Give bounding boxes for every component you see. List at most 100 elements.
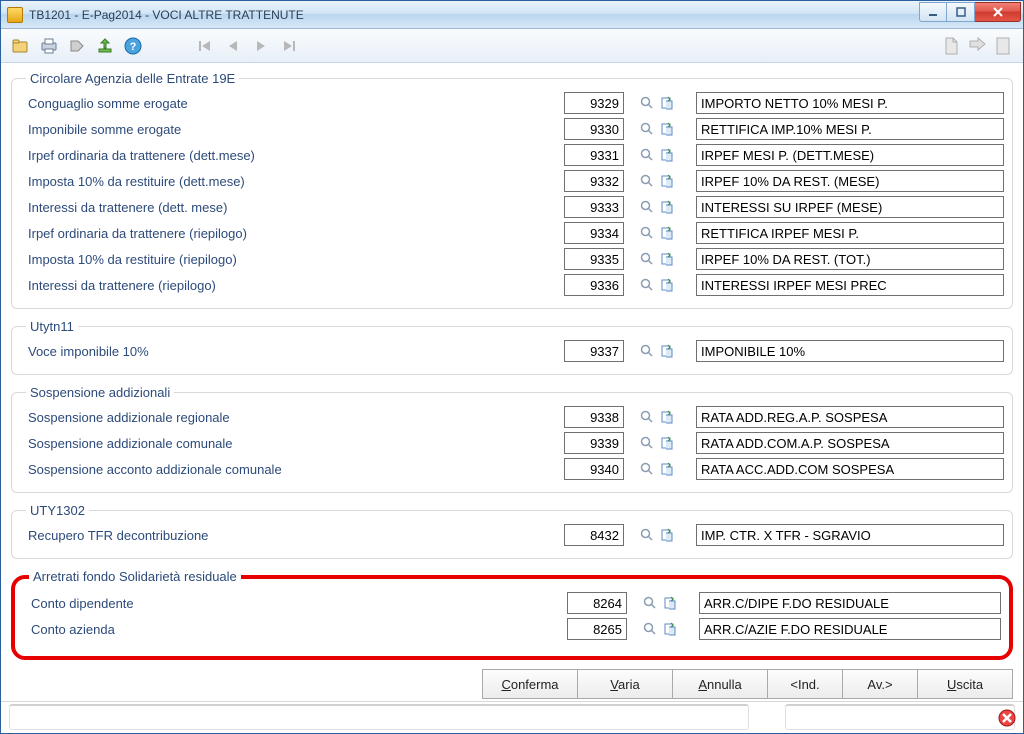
tag-button[interactable] — [65, 34, 89, 58]
code-input[interactable] — [564, 248, 624, 270]
detail-icon[interactable] — [660, 252, 674, 266]
search-icon[interactable] — [640, 528, 654, 542]
search-icon[interactable] — [640, 252, 654, 266]
description-field: RETTIFICA IMP.10% MESI P. — [696, 118, 1004, 140]
detail-icon[interactable] — [660, 344, 674, 358]
content-area: Circolare Agenzia delle Entrate 19ECongu… — [1, 63, 1023, 663]
description-field: ARR.C/AZIE F.DO RESIDUALE — [699, 618, 1001, 640]
search-icon[interactable] — [640, 174, 654, 188]
search-icon[interactable] — [640, 96, 654, 110]
description-field: IRPEF 10% DA REST. (MESE) — [696, 170, 1004, 192]
code-input[interactable] — [564, 406, 624, 428]
code-input[interactable] — [564, 222, 624, 244]
detail-icon[interactable] — [663, 596, 677, 610]
nav-prev-button[interactable] — [221, 34, 245, 58]
detail-icon[interactable] — [660, 462, 674, 476]
code-input[interactable] — [564, 274, 624, 296]
field-row: Sospensione acconto addizionale comunale… — [20, 456, 1004, 482]
maximize-button[interactable] — [947, 2, 975, 22]
group-legend: Utytn11 — [26, 319, 78, 334]
code-input[interactable] — [567, 592, 627, 614]
app-window: TB1201 - E-Pag2014 - VOCI ALTRE TRATTENU… — [0, 0, 1024, 734]
field-row: Imposta 10% da restituire (dett.mese)IRP… — [20, 168, 1004, 194]
window-controls — [919, 2, 1021, 22]
next-button[interactable]: Av.> — [842, 669, 918, 699]
field-label: Conguaglio somme erogate — [20, 96, 560, 111]
open-button[interactable] — [9, 34, 33, 58]
minimize-button[interactable] — [919, 2, 947, 22]
detail-icon[interactable] — [660, 410, 674, 424]
group-legend: Arretrati fondo Solidarietà residuale — [29, 569, 241, 584]
search-icon[interactable] — [640, 148, 654, 162]
field-row: Imponibile somme erogateRETTIFICA IMP.10… — [20, 116, 1004, 142]
code-input[interactable] — [564, 170, 624, 192]
field-row: Irpef ordinaria da trattenere (dett.mese… — [20, 142, 1004, 168]
search-icon[interactable] — [640, 278, 654, 292]
toolbar: ? — [1, 29, 1023, 63]
doc-button[interactable] — [939, 34, 963, 58]
back-button[interactable]: <Ind. — [767, 669, 843, 699]
svg-text:?: ? — [130, 41, 137, 53]
detail-icon[interactable] — [660, 278, 674, 292]
detail-icon[interactable] — [663, 622, 677, 636]
code-input[interactable] — [564, 458, 624, 480]
search-icon[interactable] — [640, 226, 654, 240]
field-row: Sospensione addizionale comunaleRATA ADD… — [20, 430, 1004, 456]
detail-icon[interactable] — [660, 436, 674, 450]
titlebar: TB1201 - E-Pag2014 - VOCI ALTRE TRATTENU… — [1, 1, 1023, 29]
field-row: Recupero TFR decontribuzioneIMP. CTR. X … — [20, 522, 1004, 548]
nav-first-button[interactable] — [193, 34, 217, 58]
search-icon[interactable] — [640, 344, 654, 358]
error-icon — [998, 709, 1016, 727]
detail-icon[interactable] — [660, 200, 674, 214]
description-field: INTERESSI IRPEF MESI PREC — [696, 274, 1004, 296]
confirm-button[interactable]: Conferma — [482, 669, 578, 699]
field-label: Voce imponibile 10% — [20, 344, 560, 359]
search-icon[interactable] — [640, 410, 654, 424]
search-icon[interactable] — [640, 462, 654, 476]
nav-next-button[interactable] — [249, 34, 273, 58]
field-label: Interessi da trattenere (dett. mese) — [20, 200, 560, 215]
print-button[interactable] — [37, 34, 61, 58]
exit-button[interactable]: Uscita — [917, 669, 1013, 699]
code-input[interactable] — [564, 340, 624, 362]
forward-button[interactable] — [965, 34, 989, 58]
code-input[interactable] — [564, 432, 624, 454]
field-row: Conto dipendenteARR.C/DIPE F.DO RESIDUAL… — [23, 590, 1001, 616]
help-button[interactable]: ? — [121, 34, 145, 58]
vary-button[interactable]: Varia — [577, 669, 673, 699]
detail-icon[interactable] — [660, 96, 674, 110]
search-icon[interactable] — [643, 622, 657, 636]
search-icon[interactable] — [640, 122, 654, 136]
close-button[interactable] — [975, 2, 1021, 22]
description-field: RATA ADD.REG.A.P. SOSPESA — [696, 406, 1004, 428]
code-input[interactable] — [567, 618, 627, 640]
field-label: Sospensione addizionale regionale — [20, 410, 560, 425]
search-icon[interactable] — [643, 596, 657, 610]
code-input[interactable] — [564, 196, 624, 218]
detail-icon[interactable] — [660, 122, 674, 136]
code-input[interactable] — [564, 118, 624, 140]
detail-icon[interactable] — [660, 528, 674, 542]
search-icon[interactable] — [640, 436, 654, 450]
description-field: IMP. CTR. X TFR - SGRAVIO — [696, 524, 1004, 546]
page-button[interactable] — [991, 34, 1015, 58]
search-icon[interactable] — [640, 200, 654, 214]
detail-icon[interactable] — [660, 174, 674, 188]
field-row: Imposta 10% da restituire (riepilogo)IRP… — [20, 246, 1004, 272]
statusbar — [1, 701, 1023, 733]
export-button[interactable] — [93, 34, 117, 58]
field-row: Voce imponibile 10%IMPONIBILE 10% — [20, 338, 1004, 364]
detail-icon[interactable] — [660, 148, 674, 162]
code-input[interactable] — [564, 92, 624, 114]
detail-icon[interactable] — [660, 226, 674, 240]
code-input[interactable] — [564, 144, 624, 166]
code-input[interactable] — [564, 524, 624, 546]
cancel-button[interactable]: Annulla — [672, 669, 768, 699]
nav-last-button[interactable] — [277, 34, 301, 58]
app-icon — [7, 7, 23, 23]
description-field: ARR.C/DIPE F.DO RESIDUALE — [699, 592, 1001, 614]
window-title: TB1201 - E-Pag2014 - VOCI ALTRE TRATTENU… — [29, 8, 919, 22]
field-label: Interessi da trattenere (riepilogo) — [20, 278, 560, 293]
field-row: Sospensione addizionale regionale RATA AD… — [20, 404, 1004, 430]
